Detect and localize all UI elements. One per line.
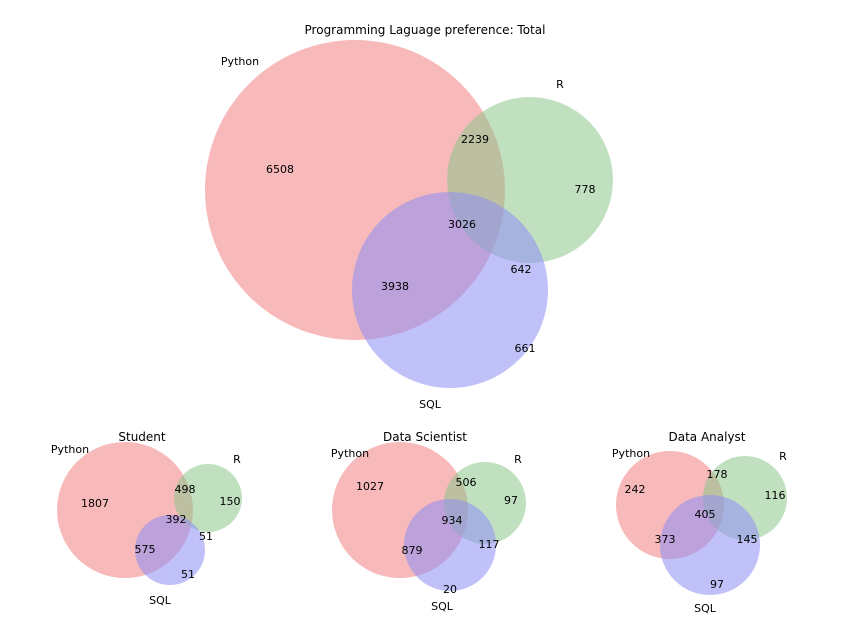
venn-data-scientist: Data Scientist Python R SQL 1027 97 20 5… [331,430,526,613]
region-C-analyst: 97 [710,578,724,591]
region-ABC-total: 3026 [448,218,476,231]
label-r-total: R [556,78,564,91]
region-A-student: 1807 [81,497,109,510]
region-BC-student: 51 [199,530,213,543]
region-A-scientist: 1027 [356,480,384,493]
region-C-total: 661 [515,342,536,355]
region-BC-total: 642 [511,263,532,276]
region-AC-analyst: 373 [655,533,676,546]
venn-data-analyst: Data Analyst Python R SQL 242 116 97 178… [612,430,787,615]
region-BC-analyst: 145 [737,533,758,546]
region-A-total: 6508 [266,163,294,176]
label-r-student: R [233,453,241,466]
label-python-analyst: Python [612,447,650,460]
region-B-student: 150 [220,495,241,508]
region-ABC-student: 392 [166,513,187,526]
label-python-scientist: Python [331,447,369,460]
label-python-total: Python [221,55,259,68]
region-BC-scientist: 117 [479,538,500,551]
region-B-total: 778 [575,183,596,196]
region-C-student: 51 [181,568,195,581]
venn-total: Programming Laguage preference: Total Py… [205,23,613,411]
region-A-analyst: 242 [625,483,646,496]
label-sql-total: SQL [419,398,442,411]
region-B-scientist: 97 [504,494,518,507]
title-scientist: Data Scientist [383,430,467,444]
region-C-scientist: 20 [443,583,457,596]
label-python-student: Python [51,443,89,456]
region-ABC-analyst: 405 [695,508,716,521]
venn-student: Student Python R SQL 1807 150 51 498 575… [51,430,242,607]
region-AB-student: 498 [175,483,196,496]
title-analyst: Data Analyst [668,430,745,444]
title-student: Student [118,430,166,444]
label-sql-analyst: SQL [694,602,717,615]
label-r-scientist: R [514,453,522,466]
figure: Programming Laguage preference: Total Py… [0,0,849,638]
region-ABC-scientist: 934 [442,514,463,527]
label-sql-scientist: SQL [431,600,454,613]
label-r-analyst: R [779,450,787,463]
region-AC-student: 575 [135,543,156,556]
label-sql-student: SQL [149,594,172,607]
region-AB-total: 2239 [461,133,489,146]
region-B-analyst: 116 [765,489,786,502]
region-AB-analyst: 178 [707,468,728,481]
region-AC-total: 3938 [381,280,409,293]
region-AC-scientist: 879 [402,544,423,557]
region-AB-scientist: 506 [456,476,477,489]
title-total: Programming Laguage preference: Total [305,23,546,37]
